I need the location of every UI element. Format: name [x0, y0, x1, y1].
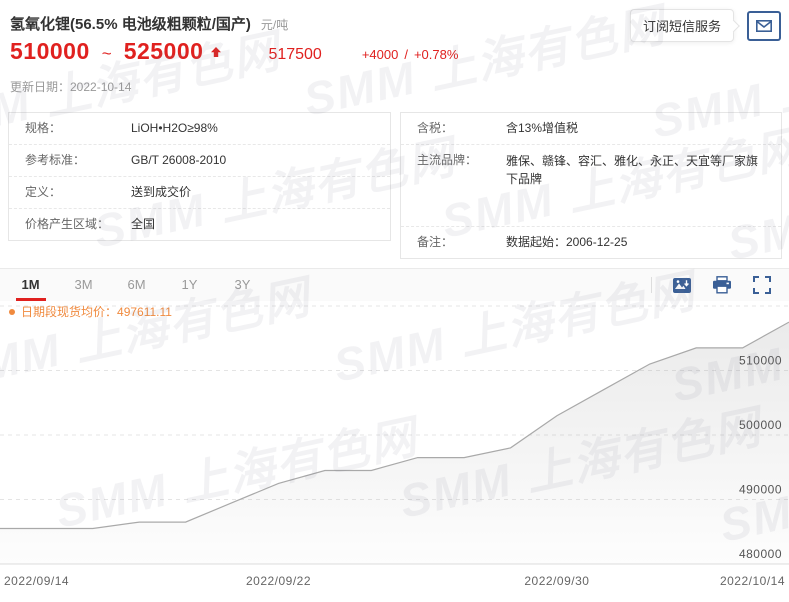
field-label: 含税： — [417, 121, 454, 135]
subscribe-sms-button[interactable]: 订阅短信服务 — [629, 9, 734, 42]
field-value: LiOH•H2O≥98% — [131, 121, 218, 135]
table-row: 定义： 送到成交价 — [9, 177, 390, 209]
envelope-button[interactable] — [747, 10, 781, 41]
change-percent: +0.78% — [413, 47, 459, 62]
tab-6m[interactable]: 6M — [110, 269, 163, 301]
envelope-icon — [756, 19, 772, 32]
price-range-high: 525000 — [123, 38, 204, 64]
change-value: +4000 — [361, 47, 399, 62]
table-row: 主流品牌： 雅保、赣锋、容汇、雅化、永正、天宜等厂家旗下品牌 — [401, 145, 781, 227]
y-tick-label: 490000 — [739, 483, 782, 497]
table-row: 含税： 含13%增值税 — [401, 113, 781, 145]
print-button[interactable] — [711, 275, 733, 295]
y-tick-label: 500000 — [739, 418, 782, 432]
x-tick-label: 2022/10/14 — [720, 574, 785, 588]
field-label: 主流品牌： — [417, 153, 478, 167]
tab-3y[interactable]: 3Y — [216, 269, 269, 301]
chart-area — [0, 322, 789, 564]
tab-3m[interactable]: 3M — [57, 269, 110, 301]
price-change: +4000 / +0.78% — [362, 47, 459, 62]
change-separator: / — [404, 47, 408, 62]
period-tabs: 1M 3M 6M 1Y 3Y — [4, 269, 269, 301]
fullscreen-button[interactable] — [751, 275, 773, 295]
field-value: GB/T 26008-2010 — [131, 153, 227, 167]
price-range-separator: ~ — [101, 44, 112, 63]
field-value: 雅保、赣锋、容汇、雅化、永正、天宜等厂家旗下品牌 — [506, 154, 759, 186]
x-tick-label: 2022/09/14 — [4, 574, 69, 588]
table-row: 价格产生区域： 全国 — [9, 209, 390, 240]
table-row: 参考标准： GB/T 26008-2010 — [9, 145, 390, 177]
chart-toolbar-bar: 1M 3M 6M 1Y 3Y — [0, 268, 789, 301]
field-label: 价格产生区域： — [25, 217, 110, 231]
toolbar-divider — [651, 277, 652, 293]
subscribe-area: 订阅短信服务 — [629, 9, 781, 42]
price-up-arrow-icon — [210, 46, 222, 58]
unit-label: 元/吨 — [260, 18, 289, 32]
page-title: 氢氧化锂(56.5% 电池级粗颗粒/国产) — [10, 16, 251, 33]
legend-value: 497611.11 — [117, 304, 172, 319]
legend-label: 日期段现货均价： — [21, 305, 118, 319]
legend-item[interactable]: 日期段现货均价： 497611.11 — [9, 303, 172, 320]
field-value: 数据起始：2006-12-25 — [506, 235, 628, 249]
field-label: 规格： — [25, 121, 62, 135]
fullscreen-icon — [753, 276, 771, 294]
table-row: 备注： 数据起始：2006-12-25 — [401, 227, 781, 258]
tab-1y[interactable]: 1Y — [163, 269, 216, 301]
y-tick-label: 480000 — [739, 547, 782, 561]
field-label: 备注： — [417, 235, 454, 249]
mid-price: 517500 — [268, 46, 322, 63]
field-value: 送到成交价 — [131, 185, 192, 199]
price-row: 510000 ~ 525000 517500 +4000 / +0.78% — [10, 38, 458, 65]
tab-1m[interactable]: 1M — [4, 269, 57, 301]
y-tick-label: 510000 — [739, 354, 782, 368]
title-row: 氢氧化锂(56.5% 电池级粗颗粒/国产) 元/吨 — [10, 13, 288, 34]
field-label: 定义： — [25, 185, 62, 199]
price-chart-svg[interactable]: 480000 490000 500000 510000 2022/09/14 2022/0… — [0, 300, 789, 602]
save-image-button[interactable] — [671, 275, 693, 295]
field-value: 全国 — [131, 217, 156, 231]
chart-toolbar — [651, 275, 789, 295]
price-range-low: 510000 — [10, 38, 90, 64]
print-icon — [712, 276, 732, 294]
field-value: 含13%增值税 — [506, 121, 579, 135]
x-tick-label: 2022/09/30 — [524, 574, 589, 588]
spec-table-right: 含税： 含13%增值税主流品牌： 雅保、赣锋、容汇、雅化、永正、天宜等厂家旗下品牌备… — [400, 112, 782, 259]
spec-table-left: 规格： LiOH•H2O≥98% 参考标准： GB/T 26008-2010 定义： 送到… — [8, 112, 391, 241]
price-header: 氢氧化锂(56.5% 电池级粗颗粒/国产) 元/吨 订阅短信服务 510000 … — [0, 0, 789, 108]
update-date: 更新日期：2022-10-14 — [10, 80, 132, 94]
table-row: 规格： LiOH•H2O≥98% — [9, 113, 390, 145]
field-label: 参考标准： — [25, 153, 86, 167]
save-image-icon — [672, 277, 692, 294]
x-tick-label: 2022/09/22 — [246, 574, 311, 588]
legend-dot-icon — [9, 308, 15, 315]
